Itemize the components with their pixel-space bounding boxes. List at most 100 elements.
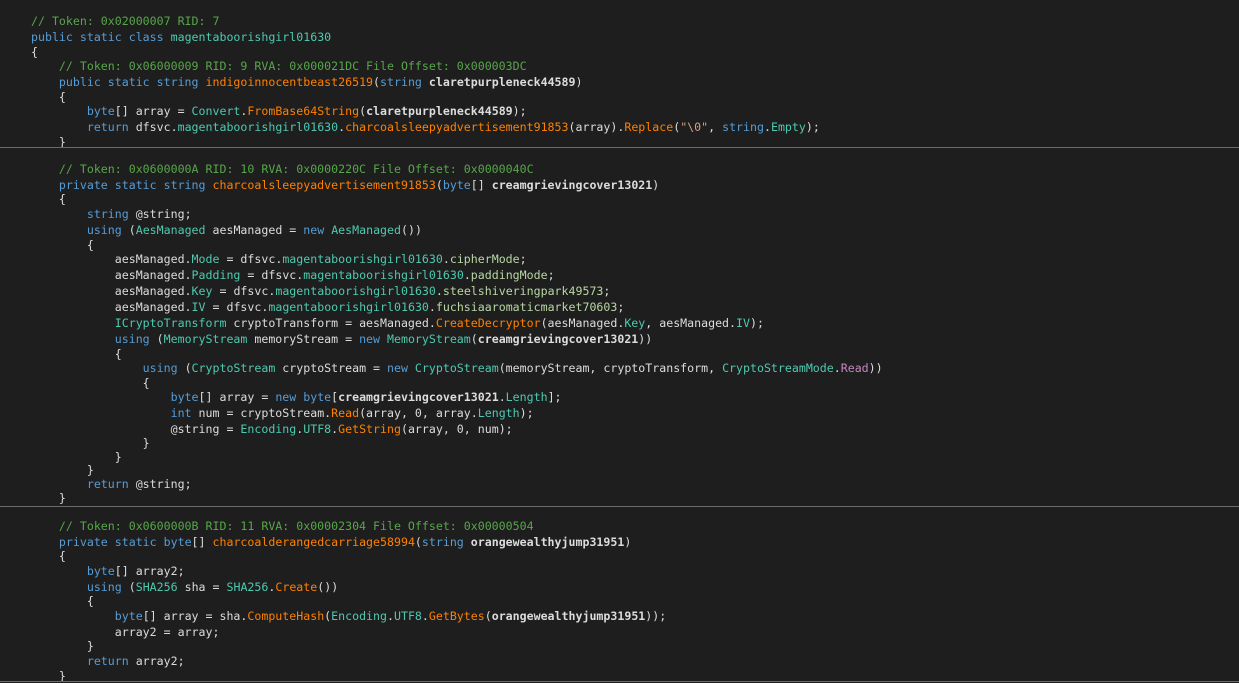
code-token: . (763, 120, 771, 134)
code-line: } (31, 490, 66, 506)
code-token: public static class (31, 30, 171, 44)
code-token: magentaboorishgirl01630 (268, 300, 429, 314)
code-token: . (463, 268, 471, 282)
code-token: private static string (31, 178, 213, 192)
code-token: Encoding (331, 609, 387, 623)
code-token: magentaboorishgirl01630 (170, 30, 332, 44)
code-token: // Token: 0x0600000B RID: 11 RVA: 0x0000… (31, 519, 534, 533)
code-token: (array, 0, num); (400, 422, 513, 436)
code-token: orangewealthyjump31951 (470, 535, 625, 549)
code-token: charcoalsleepyadvertisement91853 (345, 120, 569, 134)
code-token: (array, 0, array. (359, 406, 478, 420)
code-line: byte[] array = Convert.FromBase64String(… (31, 103, 527, 119)
code-token: SHA256 (135, 580, 178, 594)
code-token: public static string (31, 75, 206, 89)
code-token: Mode (191, 252, 220, 266)
code-token: { (31, 549, 66, 563)
code-token: aesManaged = (205, 223, 304, 237)
code-token: int (31, 406, 199, 420)
code-token: ( (484, 609, 492, 623)
code-line: int num = cryptoStream.Read(array, 0, ar… (31, 405, 534, 421)
code-token: using (31, 361, 185, 375)
code-token: ; (547, 268, 555, 282)
code-token: AesManaged (135, 223, 206, 237)
code-token: UTF8 (303, 422, 332, 436)
code-token: CryptoStreamMode (722, 361, 834, 375)
code-token: MemoryStream (387, 332, 471, 346)
code-token: { (31, 238, 94, 252)
code-token: indigoinnocentbeast26519 (205, 75, 374, 89)
code-token: new (387, 361, 415, 375)
code-token: @string = (31, 422, 241, 436)
code-token: { (31, 347, 122, 361)
code-line: using (AesManaged aesManaged = new AesMa… (31, 222, 422, 238)
code-token: string (421, 535, 471, 549)
code-token: CryptoStream (191, 361, 276, 375)
code-token: CreateDecryptor (435, 316, 541, 330)
code-token: { (31, 45, 38, 59)
code-token: cipherMode (449, 252, 520, 266)
code-token: [] (470, 178, 492, 192)
code-token: // Token: 0x02000007 RID: 7 (31, 14, 220, 28)
code-token: memoryStream = (247, 332, 360, 346)
code-token: aesManaged. (31, 300, 192, 314)
code-token: byte (442, 178, 471, 192)
code-token: ); (805, 120, 820, 134)
code-token: Read (840, 361, 869, 375)
code-token: charcoalderangedcarriage58994 (212, 535, 415, 549)
code-line: return dfsvc.magentaboorishgirl01630.cha… (31, 119, 820, 135)
code-token: // Token: 0x0600000A RID: 10 RVA: 0x0000… (31, 162, 534, 176)
code-token: ) (624, 535, 632, 549)
code-token: [] array = sha. (142, 609, 248, 623)
code-line: public static class magentaboorishgirl01… (31, 29, 331, 45)
code-token: UTF8 (393, 609, 422, 623)
code-token: string (380, 75, 429, 89)
code-token: return (31, 477, 136, 491)
code-token: Padding (191, 268, 241, 282)
code-token: ( (470, 332, 478, 346)
code-token: ( (156, 332, 164, 346)
code-token: steelshiveringpark49573 (442, 284, 604, 298)
code-token: return (31, 654, 136, 668)
code-token: private static (31, 535, 164, 549)
code-line: public static string indigoinnocentbeast… (31, 74, 583, 90)
code-token: dfsvc (240, 252, 276, 266)
code-token: IV (191, 300, 206, 314)
code-token: ()) (401, 223, 422, 237)
code-token: orangewealthyjump31951 (491, 609, 646, 623)
code-token: ) (575, 75, 583, 89)
code-token: Empty (770, 120, 806, 134)
code-token: )) (638, 332, 653, 346)
code-line: byte[] array2; (31, 563, 185, 579)
code-line: ICryptoTransform cryptoTransform = aesMa… (31, 315, 764, 331)
code-line: return array2; (31, 653, 185, 669)
code-token: = (212, 284, 234, 298)
code-line: { (31, 548, 66, 564)
code-token: } (31, 463, 94, 477)
code-token: ICryptoTransform (114, 316, 227, 330)
code-line: using (CryptoStream cryptoStream = new C… (31, 360, 883, 376)
code-token: claretpurpleneck44589 (366, 104, 513, 118)
code-token: . (170, 120, 178, 134)
code-token: ; (603, 284, 611, 298)
code-token: . (387, 609, 394, 623)
code-line: aesManaged.IV = dfsvc.magentaboorishgirl… (31, 299, 625, 315)
code-editor[interactable]: // Token: 0x02000007 RID: 7 public static… (0, 0, 1239, 683)
code-token: )); (645, 609, 667, 623)
code-token: aesManaged. (31, 252, 192, 266)
code-token: magentaboorishgirl01630 (275, 284, 436, 298)
code-token: { (31, 192, 66, 206)
code-token: sha = (177, 580, 227, 594)
code-token: ); (519, 406, 534, 420)
method-separator (0, 506, 1239, 507)
code-token: (aesManaged. (540, 316, 625, 330)
code-token: dfsvc (261, 268, 297, 282)
code-token: byte (163, 535, 192, 549)
code-token: . (428, 300, 436, 314)
code-token: (array). (568, 120, 625, 134)
code-token: byte (31, 104, 115, 118)
code-token: num = cryptoStream. (198, 406, 332, 420)
code-token: . (421, 609, 429, 623)
code-token: claretpurpleneck44589 (428, 75, 576, 89)
